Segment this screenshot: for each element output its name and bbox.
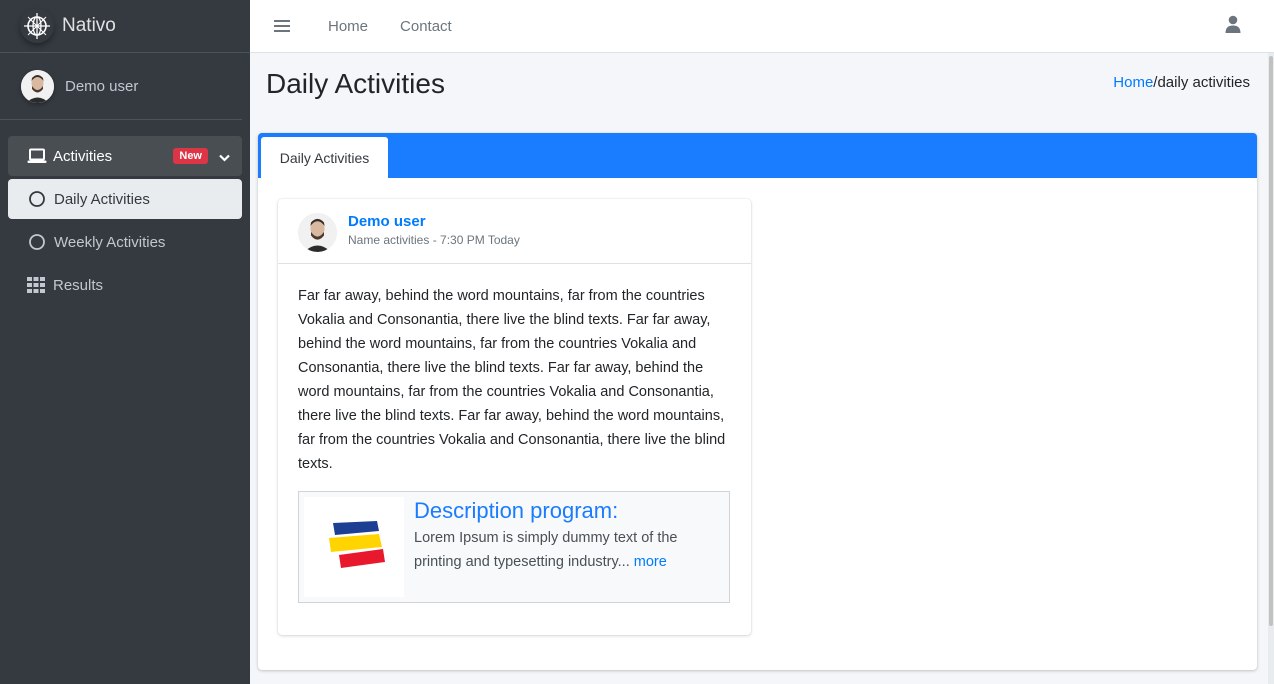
breadcrumb-current: /daily activities: [1153, 74, 1250, 91]
globe-logo-icon: [20, 9, 54, 43]
breadcrumb: Home/daily activities: [1113, 74, 1250, 91]
nav-link-contact[interactable]: Contact: [400, 18, 452, 35]
sidebar-user-name: Demo user: [65, 77, 139, 95]
activities-card: Daily Activities Demo user Name activiti…: [258, 133, 1257, 670]
sidebar-item-activities[interactable]: Activities New: [8, 136, 242, 176]
hamburger-icon[interactable]: [274, 20, 290, 32]
sidebar-item-label: Daily Activities: [54, 190, 150, 208]
sidebar: Nativo Demo user Activities New Daily Ac…: [0, 0, 250, 684]
avatar[interactable]: [298, 213, 337, 252]
attachment-block[interactable]: Description program: Lorem Ipsum is simp…: [298, 491, 730, 603]
user-icon[interactable]: [1225, 15, 1241, 38]
sidebar-nav: Activities New Daily Activities Weekly A…: [0, 120, 250, 305]
sidebar-item-weekly-activities[interactable]: Weekly Activities: [8, 222, 242, 262]
sidebar-item-label: Activities: [53, 147, 113, 165]
user-panel[interactable]: Demo user: [0, 53, 242, 120]
more-link[interactable]: more: [634, 554, 667, 570]
attachment-title: Description program:: [414, 498, 619, 523]
page-title: Daily Activities: [266, 68, 445, 99]
circle-icon: [28, 190, 50, 208]
brand[interactable]: Nativo: [0, 0, 250, 53]
sidebar-item-daily-activities[interactable]: Daily Activities: [8, 179, 242, 219]
sidebar-item-results[interactable]: Results: [8, 265, 242, 305]
sidebar-item-label: Results: [53, 276, 104, 294]
activity-post: Demo user Name activities - 7:30 PM Toda…: [278, 199, 751, 635]
avatar: [21, 69, 54, 103]
breadcrumb-home-link[interactable]: Home: [1113, 74, 1153, 91]
program-logo: [304, 497, 404, 597]
scrollbar-thumb[interactable]: [1269, 56, 1273, 626]
tab-bar: Daily Activities: [258, 133, 1257, 178]
grid-icon: [27, 277, 49, 293]
top-navbar: Home Contact: [250, 0, 1274, 53]
attachment-text: Lorem Ipsum is simply dummy text of the …: [414, 526, 719, 574]
brand-name: Nativo: [62, 15, 116, 36]
laptop-icon: [27, 148, 49, 164]
post-body: Far far away, behind the word mountains,…: [298, 288, 726, 472]
chevron-down-icon[interactable]: [219, 149, 230, 166]
circle-icon: [28, 233, 50, 251]
post-header: Demo user Name activities - 7:30 PM Toda…: [278, 199, 751, 264]
new-badge: New: [173, 148, 208, 164]
nav-link-home[interactable]: Home: [328, 18, 368, 35]
sidebar-item-label: Weekly Activities: [54, 233, 166, 251]
post-meta: Name activities - 7:30 PM Today: [348, 233, 520, 247]
post-user-link[interactable]: Demo user: [348, 213, 426, 230]
tab-daily-activities[interactable]: Daily Activities: [261, 137, 388, 178]
